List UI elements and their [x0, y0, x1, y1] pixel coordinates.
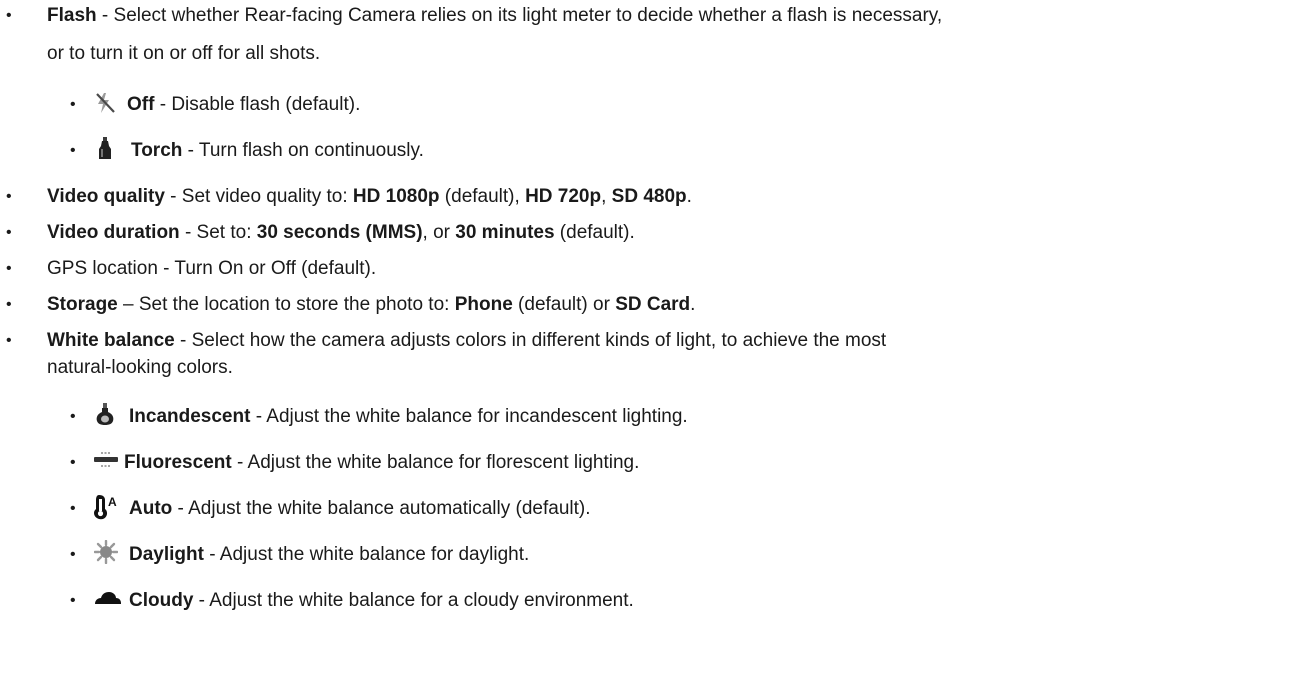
flash-torch-label: Torch — [131, 140, 183, 161]
svg-text:A: A — [108, 495, 117, 509]
fluorescent-label: Fluorescent — [124, 452, 232, 473]
auto-label: Auto — [129, 498, 173, 519]
storage-label: Storage — [47, 294, 118, 315]
flash-label: Flash — [47, 5, 97, 26]
bullet: • — [70, 408, 76, 425]
bullet: • — [70, 546, 76, 563]
auto-text: Auto - Adjust the white balance automati… — [129, 498, 591, 520]
bullet: • — [6, 188, 12, 205]
auto-desc: - Adjust the white balance automatically… — [172, 498, 591, 519]
video-duration-text: Video duration - Set to: 30 seconds (MMS… — [47, 222, 635, 244]
bullet: • — [70, 454, 76, 471]
cloudy-icon — [92, 588, 122, 612]
video-duration-label: Video duration — [47, 222, 180, 243]
fluorescent-icon — [93, 449, 119, 473]
bullet: • — [6, 260, 12, 277]
white-balance-desc-1: - Select how the camera adjusts colors i… — [174, 330, 887, 351]
storage-end: . — [690, 294, 696, 315]
daylight-text: Daylight - Adjust the white balance for … — [129, 544, 529, 566]
auto-wb-icon: A — [92, 493, 122, 521]
flash-torch-desc: - Turn flash on continuously. — [182, 140, 424, 161]
white-balance-line-1: White balance - Select how the camera ad… — [47, 330, 886, 352]
fluorescent-text: Fluorescent - Adjust the white balance f… — [124, 452, 639, 474]
storage-pre: – Set the location to store the photo to… — [117, 294, 455, 315]
storage-option-phone: Phone — [454, 294, 513, 315]
video-quality-option-1080p: HD 1080p — [352, 186, 440, 207]
document-page: • Flash - Select whether Rear-facing Cam… — [0, 0, 1311, 692]
video-quality-pre: - Set video quality to: — [164, 186, 353, 207]
bullet: • — [6, 296, 12, 313]
incandescent-text: Incandescent - Adjust the white balance … — [129, 406, 688, 428]
storage-text: Storage – Set the location to store the … — [47, 294, 695, 316]
video-quality-label: Video quality — [47, 186, 165, 207]
video-duration-pre: - Set to: — [179, 222, 257, 243]
flash-off-desc: - Disable flash (default). — [154, 94, 361, 115]
white-balance-desc-2: natural-looking colors. — [47, 357, 233, 378]
flash-desc-1: Select whether Rear-facing Camera relies… — [113, 5, 943, 26]
video-quality-text: Video quality - Set video quality to: HD… — [47, 186, 692, 208]
cloudy-text: Cloudy - Adjust the white balance for a … — [129, 590, 634, 612]
flash-off-text: Off - Disable flash (default). — [127, 94, 360, 116]
white-balance-label: White balance — [47, 330, 175, 351]
incandescent-icon — [94, 402, 116, 426]
bullet: • — [70, 96, 76, 113]
daylight-desc: - Adjust the white balance for daylight. — [203, 544, 530, 565]
bullet: • — [70, 592, 76, 609]
bullet: • — [70, 142, 76, 159]
video-quality-mid-2: , — [601, 186, 612, 207]
video-duration-end: (default). — [554, 222, 635, 243]
fluorescent-desc: - Adjust the white balance for florescen… — [231, 452, 640, 473]
video-duration-mid: , or — [422, 222, 456, 243]
video-duration-option-30s: 30 seconds (MMS) — [256, 222, 423, 243]
incandescent-desc: - Adjust the white balance for incandesc… — [250, 406, 688, 427]
gps-location-text: GPS location - Turn On or Off (default). — [47, 258, 377, 279]
storage-option-sd-card: SD Card — [615, 294, 691, 315]
bullet: • — [6, 224, 12, 241]
storage-mid: (default) or — [512, 294, 616, 315]
separator: - — [96, 5, 114, 26]
daylight-label: Daylight — [129, 544, 204, 565]
video-quality-end: . — [686, 186, 692, 207]
bullet: • — [70, 500, 76, 517]
bullet: • — [6, 7, 12, 24]
cloudy-label: Cloudy — [129, 590, 194, 611]
cloudy-desc: - Adjust the white balance for a cloudy … — [193, 590, 634, 611]
video-quality-mid-1: (default), — [439, 186, 526, 207]
flash-off-icon — [94, 91, 116, 115]
incandescent-label: Incandescent — [129, 406, 251, 427]
flash-off-label: Off — [127, 94, 155, 115]
daylight-icon — [94, 540, 118, 564]
video-duration-option-30m: 30 minutes — [455, 222, 555, 243]
flash-torch-text: Torch - Turn flash on continuously. — [131, 140, 424, 162]
video-quality-option-720p: HD 720p — [525, 186, 602, 207]
flash-line-1: Flash - Select whether Rear-facing Camer… — [47, 5, 942, 27]
video-quality-option-480p: SD 480p — [611, 186, 687, 207]
torch-icon — [94, 136, 116, 160]
flash-desc-2: or to turn it on or off for all shots. — [47, 43, 321, 64]
bullet: • — [6, 332, 12, 349]
